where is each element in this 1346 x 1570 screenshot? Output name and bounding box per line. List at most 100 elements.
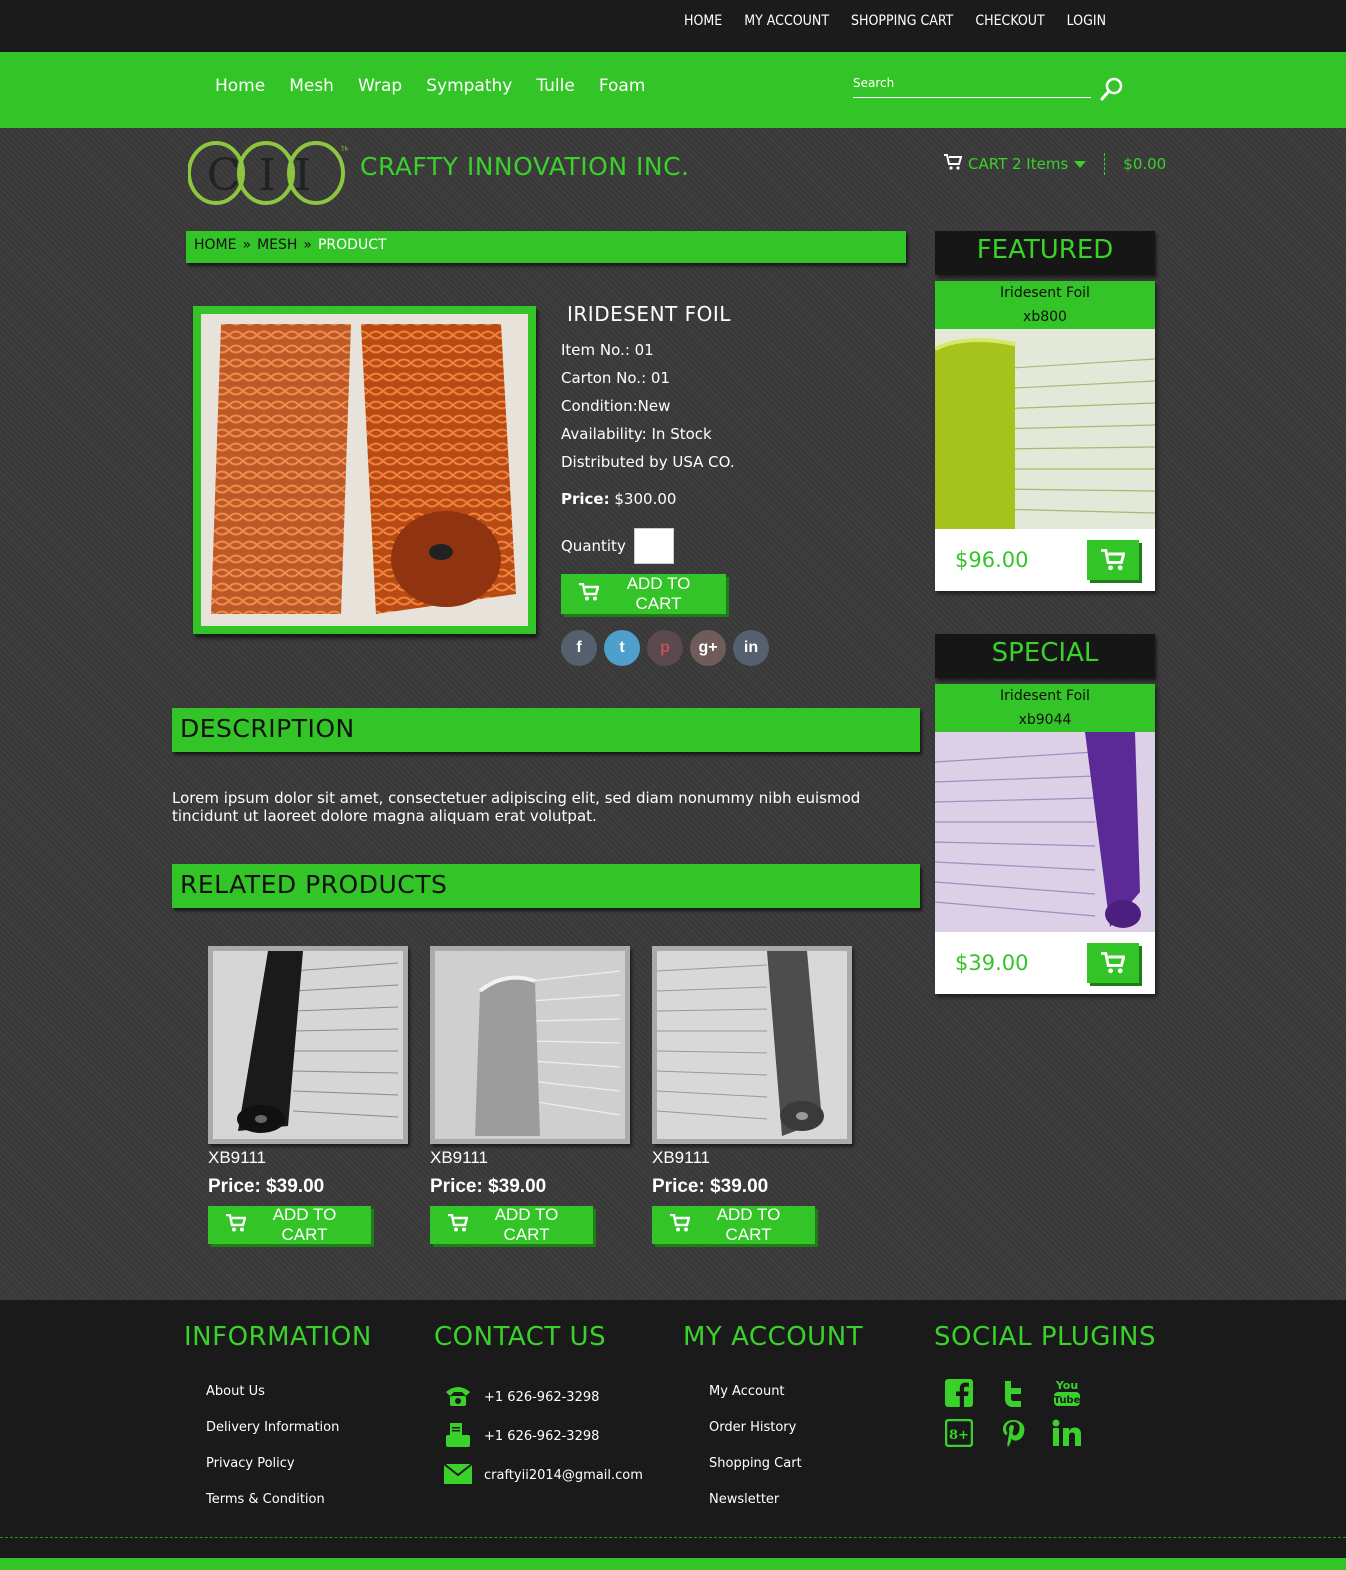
featured-product-image[interactable] — [935, 329, 1155, 529]
main-nav: Home Mesh Wrap Sympathy Tulle Foam — [0, 52, 1346, 128]
breadcrumb-separator: » — [242, 237, 252, 253]
cart-total: $0.00 — [1123, 155, 1167, 173]
linkedin-icon[interactable]: in — [733, 630, 769, 666]
add-to-cart-button[interactable] — [1087, 540, 1139, 580]
fax-icon — [444, 1421, 472, 1453]
cart-icon — [448, 1213, 469, 1237]
description-text: Lorem ipsum dolor sit amet, consectetuer… — [172, 789, 861, 825]
related-products-heading: RELATED PRODUCTS — [172, 864, 920, 908]
breadcrumb: HOME » MESH » PRODUCT — [186, 231, 906, 263]
footer-link-shopping-cart[interactable]: Shopping Cart — [709, 1456, 802, 1471]
nav-item-tulle[interactable]: Tulle — [536, 76, 574, 96]
price-value: $300.00 — [614, 490, 677, 508]
special-product-price: $39.00 — [955, 951, 1029, 975]
email-address[interactable]: craftyii2014@gmail.com — [484, 1468, 643, 1483]
nav-item-mesh[interactable]: Mesh — [289, 76, 334, 96]
footer-link-privacy[interactable]: Privacy Policy — [206, 1456, 295, 1471]
footer-contact: CONTACT US +1 626-962-3298 +1 626-962-32… — [434, 1322, 643, 1495]
featured-product-price: $96.00 — [955, 548, 1029, 572]
phone-icon — [444, 1384, 472, 1412]
related-product-code: XB9111 — [430, 1148, 488, 1167]
footer-information: INFORMATION About Us Delivery Informatio… — [184, 1322, 372, 1518]
breadcrumb-current: PRODUCT — [317, 237, 387, 253]
linkedin-icon[interactable] — [1052, 1418, 1082, 1448]
price-label: Price: — [561, 490, 610, 508]
related-product-price: Price: $39.00 — [430, 1176, 630, 1198]
facebook-icon[interactable] — [944, 1378, 974, 1408]
add-to-cart-button[interactable]: ADD TO CART — [430, 1205, 593, 1244]
description-heading: DESCRIPTION — [172, 708, 920, 752]
footer-link-delivery[interactable]: Delivery Information — [206, 1420, 339, 1435]
add-to-cart-button[interactable]: ADD TO CART — [208, 1205, 371, 1244]
related-product-price: Price: $39.00 — [652, 1176, 852, 1198]
youtube-icon[interactable]: You Tube — [1052, 1378, 1082, 1408]
contact-email: craftyii2014@gmail.com — [443, 1456, 643, 1495]
breadcrumb-category[interactable]: MESH — [257, 237, 297, 257]
logo[interactable]: CII TM — [187, 140, 350, 206]
footer-social: SOCIAL PLUGINS You Tube 8+ — [934, 1322, 1156, 1448]
breadcrumb-home[interactable]: HOME — [194, 237, 236, 257]
nav-item-home[interactable]: Home — [215, 76, 265, 96]
googleplus-icon[interactable]: 8+ — [944, 1418, 974, 1448]
price-label: Price: — [430, 1176, 483, 1197]
pinterest-icon[interactable] — [998, 1418, 1028, 1448]
divider — [1104, 153, 1106, 175]
add-to-cart-label: ADD TO CART — [716, 1205, 781, 1244]
price-value: $39.00 — [488, 1176, 547, 1197]
footer-link-my-account[interactable]: My Account — [709, 1384, 785, 1399]
add-to-cart-button[interactable]: ADD TO CART — [561, 574, 726, 614]
add-to-cart-button[interactable] — [1087, 943, 1139, 983]
product-info: IRIDESENT FOIL Item No.: 01 Carton No.: … — [561, 302, 901, 666]
footer-heading: CONTACT US — [434, 1322, 607, 1352]
related-product-image[interactable] — [430, 946, 630, 1144]
contact-phone: +1 626-962-3298 — [444, 1378, 643, 1417]
search-icon[interactable] — [1100, 77, 1124, 101]
price-label: Price: — [652, 1176, 705, 1197]
search-box — [853, 70, 1091, 98]
footer-link-terms[interactable]: Terms & Condition — [206, 1492, 325, 1507]
top-link-my-account[interactable]: MY ACCOUNT — [744, 13, 829, 29]
twitter-icon[interactable]: t — [604, 630, 640, 666]
footer-link-about[interactable]: About Us — [206, 1384, 265, 1399]
product-code: xb9044 — [1018, 712, 1072, 728]
price-value: $39.00 — [266, 1176, 325, 1197]
related-product: XB9111 Price: $39.00 ADD TO CART — [208, 946, 408, 1244]
top-link-shopping-cart[interactable]: SHOPPING CART — [851, 13, 953, 29]
add-to-cart-button[interactable]: ADD TO CART — [652, 1205, 815, 1244]
facebook-icon[interactable]: f — [561, 630, 597, 666]
footer-divider — [0, 1537, 1346, 1538]
search-input[interactable] — [853, 70, 1091, 96]
featured-product-card: Iridesent Foil xb800 $96.00 — [935, 281, 1155, 591]
nav-item-sympathy[interactable]: Sympathy — [426, 76, 512, 96]
footer-link-newsletter[interactable]: Newsletter — [709, 1492, 779, 1507]
nav-item-wrap[interactable]: Wrap — [358, 76, 402, 96]
featured-product-name[interactable]: Iridesent Foil xb800 — [935, 281, 1155, 329]
logo-text: CII — [207, 150, 329, 201]
googleplus-icon[interactable]: g+ — [690, 630, 726, 666]
related-product-image[interactable] — [652, 946, 852, 1144]
cart-icon — [1101, 952, 1125, 974]
special-product-name[interactable]: Iridesent Foil xb9044 — [935, 684, 1155, 732]
brand-name: CRAFTY INNOVATION INC. — [360, 152, 690, 181]
top-link-login[interactable]: LOGIN — [1067, 13, 1106, 29]
related-product-image[interactable] — [208, 946, 408, 1144]
footer-link-order-history[interactable]: Order History — [709, 1420, 796, 1435]
cart-summary[interactable]: CART 2 Items $0.00 — [944, 153, 1166, 175]
special-product-image[interactable] — [935, 732, 1155, 932]
pinterest-icon[interactable]: p — [647, 630, 683, 666]
share-buttons: f t p g+ in — [561, 630, 901, 666]
product-item-no: Item No.: 01 — [561, 341, 654, 359]
add-to-cart-label: ADD TO CART — [494, 1205, 559, 1244]
nav-item-foam[interactable]: Foam — [599, 76, 646, 96]
product-image[interactable] — [201, 314, 528, 626]
top-link-home[interactable]: HOME — [684, 13, 722, 29]
twitter-icon[interactable] — [998, 1378, 1028, 1408]
top-link-checkout[interactable]: CHECKOUT — [975, 13, 1044, 29]
mail-icon — [443, 1462, 473, 1488]
footer: INFORMATION About Us Delivery Informatio… — [0, 1300, 1346, 1570]
product-distributor: Distributed by USA CO. — [561, 453, 735, 471]
cart-icon — [1101, 549, 1125, 571]
contact-fax: +1 626-962-3298 — [444, 1417, 643, 1456]
top-bar: HOME MY ACCOUNT SHOPPING CART CHECKOUT L… — [0, 0, 1346, 52]
quantity-input[interactable] — [633, 528, 674, 564]
